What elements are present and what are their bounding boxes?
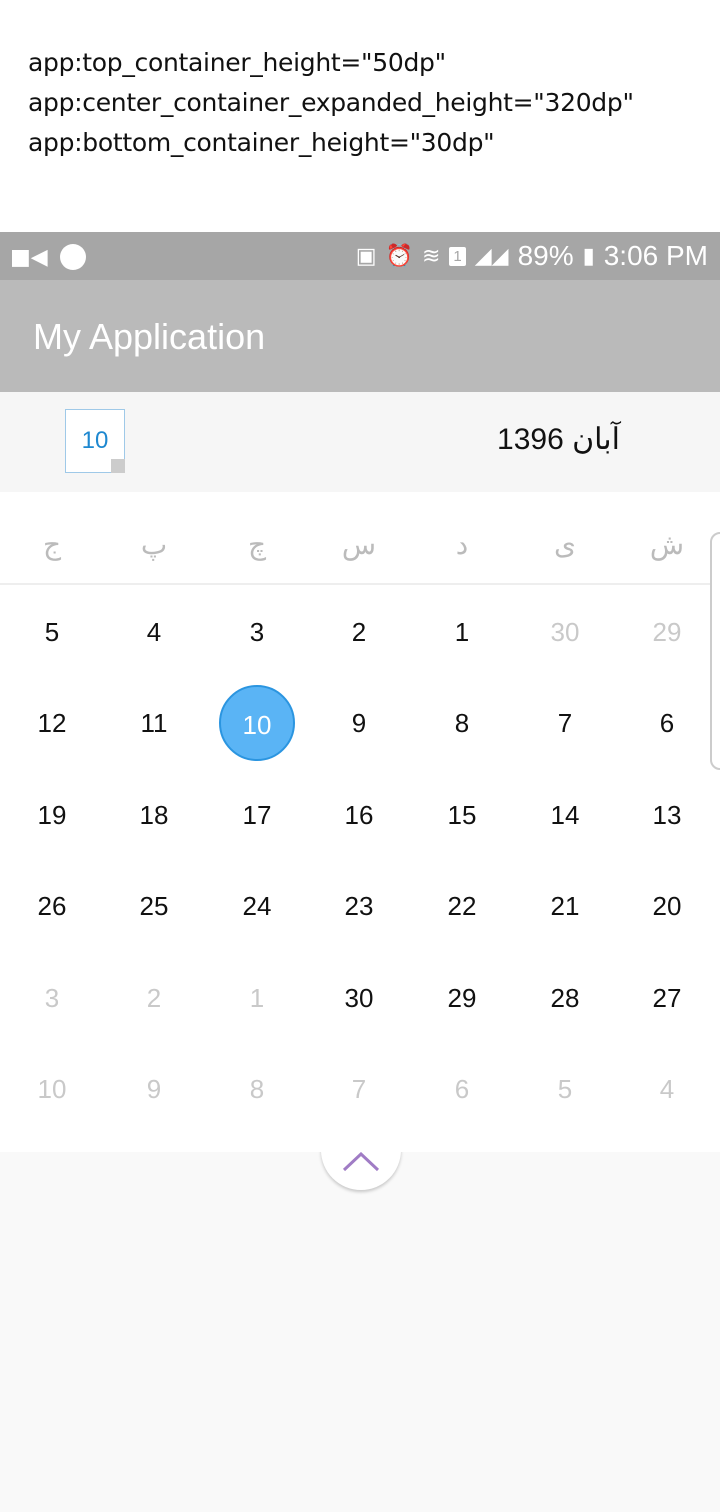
day-cell[interactable]: 1 — [422, 594, 502, 670]
telegram-icon — [59, 244, 86, 270]
day-cell[interactable]: 17 — [217, 777, 297, 853]
weekday-label: ش — [649, 529, 685, 560]
day-cell[interactable]: 13 — [627, 777, 707, 853]
today-button[interactable]: 10 — [65, 409, 125, 473]
day-cell[interactable]: 7 — [319, 1051, 399, 1127]
day-cell[interactable]: 30 — [319, 960, 399, 1036]
day-cell[interactable]: 22 — [422, 868, 502, 944]
weekday-label: س — [341, 529, 377, 560]
day-cell[interactable]: 3 — [217, 594, 297, 670]
day-cell[interactable]: 9 — [114, 1051, 194, 1127]
signal-icon: ◢◢ — [474, 243, 509, 268]
day-cell[interactable]: 29 — [627, 594, 707, 670]
day-cell[interactable]: 28 — [525, 960, 605, 1036]
day-cell[interactable]: 6 — [422, 1051, 502, 1127]
app-title: My Application — [33, 316, 266, 357]
attribute-note: app:top_container_height="50dp" app:cent… — [0, 0, 720, 232]
clock: 3:06 PM — [603, 240, 708, 271]
note-line: app:top_container_height="50dp" — [28, 48, 446, 77]
cast-icon: ▣ — [355, 243, 377, 268]
app-bar: My Application — [0, 280, 720, 392]
day-cell[interactable]: 29 — [422, 960, 502, 1036]
side-handle[interactable] — [710, 532, 720, 770]
day-cell[interactable]: 12 — [12, 685, 92, 761]
day-cell[interactable]: 18 — [114, 777, 194, 853]
day-cell[interactable]: 20 — [627, 868, 707, 944]
divider — [0, 583, 720, 585]
calendar-grid: جپچسدیش 5 4 3 2 1 30 29 12 11 10 9 8 7 6 19 18 17 16 15 14 1… — [0, 492, 720, 1152]
wifi-icon: ≋ — [421, 243, 441, 268]
weekday-label: پ — [140, 529, 168, 560]
day-cell[interactable]: 8 — [422, 685, 502, 761]
calendar-header: 10 آبان 1396 — [0, 392, 720, 492]
day-cell[interactable]: 30 — [525, 594, 605, 670]
day-cell-selected[interactable]: 10 — [219, 685, 295, 762]
sim-icon: 1 — [449, 246, 466, 266]
day-cell[interactable]: 24 — [217, 868, 297, 944]
video-icon: ■◀ — [10, 244, 48, 270]
day-cell[interactable]: 1 — [217, 960, 297, 1036]
day-cell[interactable]: 25 — [114, 868, 194, 944]
day-cell[interactable]: 26 — [12, 868, 92, 944]
day-cell[interactable]: 14 — [525, 777, 605, 853]
note-line: app:center_container_expanded_height="32… — [28, 88, 634, 117]
weekday-label: ج — [42, 529, 62, 560]
day-cell[interactable]: 3 — [12, 960, 92, 1036]
month-title: آبان 1396 — [497, 423, 620, 456]
day-cell[interactable]: 2 — [319, 594, 399, 670]
note-line: app:bottom_container_height="30dp" — [28, 128, 495, 157]
day-cell[interactable]: 9 — [319, 685, 399, 761]
day-cell[interactable]: 23 — [319, 868, 399, 944]
weekday-label: د — [455, 529, 469, 560]
day-cell[interactable]: 7 — [525, 685, 605, 761]
day-cell[interactable]: 2 — [114, 960, 194, 1036]
status-bar: ■◀ ▣ ⏰ ≋ 1 ◢◢ 89% ▮ 3:06 PM — [0, 232, 720, 280]
alarm-icon: ⏰ — [385, 243, 413, 268]
weekday-label: ی — [554, 529, 576, 560]
chevron-up-icon — [342, 1152, 380, 1172]
day-cell[interactable]: 16 — [319, 777, 399, 853]
day-cell[interactable]: 4 — [627, 1051, 707, 1127]
day-cell[interactable]: 15 — [422, 777, 502, 853]
battery-percent: 89% — [517, 240, 574, 271]
day-cell[interactable]: 19 — [12, 777, 92, 853]
day-cell[interactable]: 8 — [217, 1051, 297, 1127]
day-cell[interactable]: 4 — [114, 594, 194, 670]
day-cell[interactable]: 27 — [627, 960, 707, 1036]
day-cell[interactable]: 11 — [114, 685, 194, 761]
weekday-label: چ — [247, 529, 267, 560]
day-cell[interactable]: 5 — [525, 1051, 605, 1127]
day-cell[interactable]: 21 — [525, 868, 605, 944]
day-cell[interactable]: 6 — [627, 685, 707, 761]
day-cell[interactable]: 10 — [12, 1051, 92, 1127]
day-cell[interactable]: 5 — [12, 594, 92, 670]
battery-icon: ▮ — [582, 243, 595, 268]
